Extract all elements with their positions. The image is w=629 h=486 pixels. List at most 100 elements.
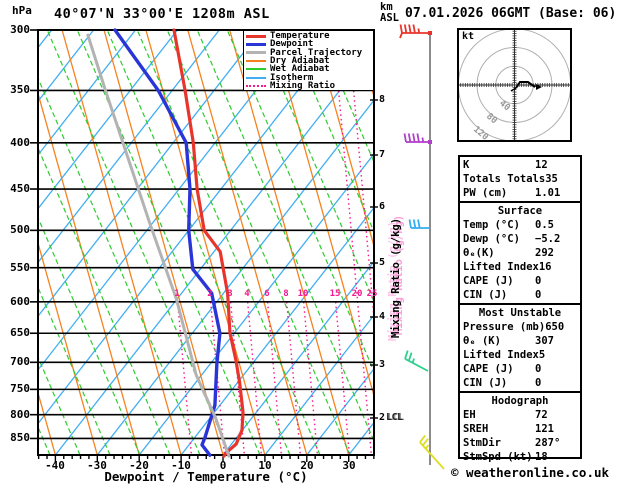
wet-adiabat-line: [136, 30, 321, 455]
panel-label: θₑ(K): [463, 247, 495, 259]
pressure-tick-label: 400: [10, 136, 30, 149]
panel-value: 72: [535, 409, 548, 421]
panel-label: Totals Totals: [463, 173, 546, 185]
panel-label: CIN (J): [463, 289, 508, 301]
mixing-ratio-line: [285, 301, 302, 455]
legend-label: Mixing Ratio: [270, 80, 336, 91]
panel-row: SREH 121: [460, 422, 580, 436]
panel-value: 0: [535, 275, 542, 287]
chart-legend: Temperature Dewpoint Parcel Trajectory Dry …: [243, 30, 374, 91]
panel-value: 292: [535, 247, 554, 259]
panel-row: Temp (°C) 0.5: [460, 218, 580, 232]
hodograph: 40 80 120 kt: [457, 28, 572, 142]
panel-row: Pressure (mb) 650: [460, 320, 580, 334]
isotherm-line: [38, 30, 304, 371]
mixing-ratio-tick-label: 2: [207, 289, 213, 299]
panel-row: CIN (J) 0: [460, 288, 580, 302]
pressure-tick-label: 750: [10, 382, 30, 395]
panel-section: K 12 Totals Totals 35 PW (cm) 1.01: [460, 157, 580, 201]
panel-label: Temp (°C): [463, 219, 520, 231]
panel-row: CIN (J) 0: [460, 376, 580, 390]
wind-barb: [399, 24, 432, 39]
panel-label: SREH: [463, 423, 489, 435]
hodograph-canvas: 4080120: [459, 30, 570, 140]
panel-label: Lifted Index: [463, 261, 539, 273]
panel-label: Dewp (°C): [463, 233, 520, 245]
panel-section: Hodograph EH 72 SREH 121 StmDir 287° StmSpd (kt…: [460, 391, 580, 465]
temp-tick-label: 10: [258, 459, 272, 472]
legend-swatch-solid: [246, 42, 266, 46]
hodograph-unit-label: kt: [462, 31, 475, 42]
pressure-tick-label: 450: [10, 182, 30, 195]
panel-section: Most Unstable Pressure (mb) 650 θₑ (K) 307 Li…: [460, 303, 580, 391]
mixing-ratio-tick-label: 4: [244, 289, 250, 299]
panel-section: Surface Temp (°C) 0.5 Dewp (°C) −5.2 θₑ(K) 292…: [460, 201, 580, 303]
panel-section-title: Hodograph: [491, 395, 549, 407]
panel-row: EH 72: [460, 408, 580, 422]
pressure-tick-label: 800: [10, 408, 30, 421]
panel-value: 5: [538, 349, 546, 361]
panel-label: θₑ (K): [463, 335, 501, 347]
temp-tick-label: 0: [219, 459, 227, 472]
legend-item: Mixing Ratio: [246, 80, 371, 91]
mixing-ratio-tick-label: 8: [283, 289, 289, 299]
mixing-ratio-line: [332, 30, 373, 455]
temp-tick-label: -20: [129, 459, 149, 472]
mixing-ratio-tick-label: 10: [297, 289, 309, 299]
isotherm-line: [38, 30, 262, 318]
km-tick-label: 7: [379, 149, 386, 160]
panel-section-title: Most Unstable: [478, 307, 562, 319]
km-tick-label: 6: [379, 201, 386, 212]
panel-row: Lifted Index 16: [460, 260, 580, 274]
temp-tick-label: 30: [342, 459, 356, 472]
km-tick-label: 5: [379, 257, 386, 268]
panel-row: StmDir 287°: [460, 436, 580, 450]
panel-value: 35: [545, 173, 558, 185]
panel-row: CAPE (J) 0: [460, 274, 580, 288]
panel-row: Lifted Index 5: [460, 348, 580, 362]
km-tick-label: 3: [379, 359, 386, 370]
wind-barb: [408, 219, 430, 229]
panel-value: 0: [535, 377, 542, 389]
hodograph-ring-label: 120: [471, 125, 490, 140]
panel-label: PW (cm): [463, 187, 508, 199]
altitude-axis-unit: km ASL: [380, 1, 399, 24]
panel-label: StmSpd (kt): [463, 451, 533, 463]
mixing-ratio-tick-label: 1: [174, 289, 180, 299]
panel-row: θₑ(K) 292: [460, 246, 580, 260]
panel-row: Totals Totals 35: [460, 172, 580, 186]
panel-value: −5.2: [535, 233, 561, 245]
panel-value: 0: [535, 289, 542, 301]
panel-value: 0.5: [535, 219, 554, 231]
panel-value: 18: [535, 451, 548, 463]
legend-swatch-solid: [246, 76, 266, 79]
km-tick-label: 2: [379, 412, 386, 423]
km-tick-label: 8: [379, 94, 386, 105]
temp-tick-label: 20: [300, 459, 314, 472]
page-title: 40°07'N 33°00'E 1208m ASL: [54, 6, 270, 22]
panel-label: K: [463, 159, 470, 171]
pressure-tick-label: 600: [10, 295, 30, 308]
pressure-tick-label: 350: [10, 83, 30, 96]
panel-value: 0: [535, 363, 542, 375]
legend-swatch-dotted: [246, 84, 266, 87]
panel-value: 287°: [535, 437, 561, 449]
mixing-ratio-tick-label: 15: [329, 289, 341, 299]
panel-section-title: Surface: [497, 205, 543, 217]
wet-adiabat-line: [256, 30, 374, 304]
wind-barb: [419, 434, 445, 470]
panel-label: Lifted Index: [463, 349, 539, 361]
mixing-ratio-tick-label: 3: [227, 289, 233, 299]
pressure-tick-label: 500: [10, 223, 30, 236]
temp-tick-label: -10: [171, 459, 191, 472]
pressure-axis-unit: hPa: [12, 4, 32, 17]
panel-value: 1.01: [535, 187, 561, 199]
mixing-ratio-line: [266, 301, 283, 455]
panel-value: 121: [535, 423, 554, 435]
panel-label: CIN (J): [463, 377, 508, 389]
panel-row: CAPE (J) 0: [460, 362, 580, 376]
panel-value: 650: [545, 321, 565, 333]
pressure-tick-label: 300: [10, 23, 30, 36]
wet-adiabat-line: [38, 76, 201, 455]
panel-label: StmDir: [463, 437, 501, 449]
